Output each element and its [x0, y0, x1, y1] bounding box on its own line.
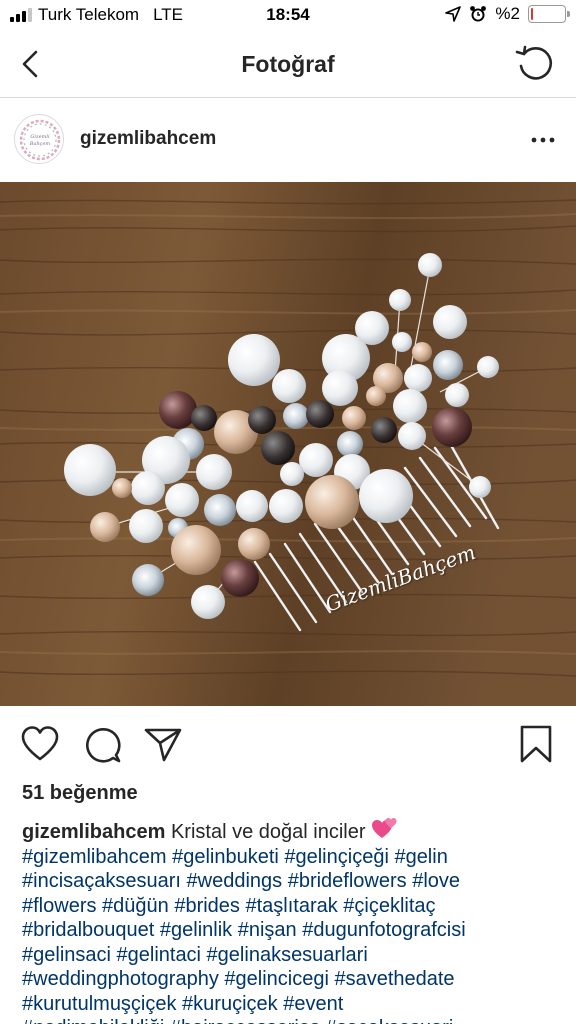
svg-text:Bahçem: Bahçem [29, 141, 51, 147]
caption-first-line: gizemlibahcem Kristal ve doğal inciler [22, 816, 562, 845]
more-options-icon[interactable] [530, 130, 556, 150]
hashtag-line[interactable]: #gelinsaci #gelintaci #gelinaksesuarlari [22, 943, 562, 968]
avatar[interactable]: Gizemli Bahçem [14, 114, 64, 164]
hashtag-line[interactable]: #kurutulmuşçiçek #kuruçiçek #event [22, 992, 562, 1017]
battery-icon [528, 5, 570, 23]
hashtag-line[interactable]: #incisaçaksesuarı #weddings #brideflower… [22, 869, 562, 894]
two-hearts-icon [372, 818, 397, 838]
caption-text: Kristal ve doğal inciler [170, 821, 366, 843]
location-arrow-icon [445, 6, 462, 22]
post-header: Gizemli Bahçem gizemlibahcem [0, 98, 576, 180]
caption-username[interactable]: gizemlibahcem [22, 821, 165, 843]
battery-percent: %2 [495, 4, 520, 23]
post-username[interactable]: gizemlibahcem [80, 128, 216, 150]
alarm-clock-icon [470, 6, 487, 22]
hashtag-line[interactable]: #weddingphotography #gelincicegi #saveth… [22, 967, 562, 992]
refresh-icon[interactable] [514, 44, 556, 86]
svg-text:Gizemli: Gizemli [30, 134, 50, 140]
post-photo[interactable] [0, 182, 576, 706]
bookmark-icon[interactable] [516, 724, 556, 764]
comment-icon[interactable] [82, 724, 122, 764]
hashtag-line[interactable]: #bridalbouquet #gelinlik #nişan #dugunfo… [22, 918, 562, 943]
post-actions [0, 722, 576, 768]
hashtag-line[interactable]: #flowers #düğün #brides #taşlıtarak #çiç… [22, 894, 562, 919]
post-caption: gizemlibahcem Kristal ve doğal inciler #… [22, 816, 562, 1024]
status-bar: Turk Telekom LTE 18:54 %2 [0, 0, 576, 34]
avatar-logo-icon: Gizemli Bahçem [19, 119, 61, 161]
heart-icon[interactable] [20, 724, 60, 764]
share-icon[interactable] [143, 724, 183, 764]
nav-bar: Fotoğraf [0, 34, 576, 98]
hashtag-line[interactable]: #gizemlibahcem #gelinbuketi #gelinçiçeği… [22, 845, 562, 870]
likes-count[interactable]: 51 beğenme [22, 782, 138, 805]
page-title: Fotoğraf [241, 51, 335, 77]
status-right: %2 [445, 4, 570, 24]
hashtag-line[interactable]: #nedimebilekliği #hairaccessories #saçak… [22, 1016, 562, 1024]
